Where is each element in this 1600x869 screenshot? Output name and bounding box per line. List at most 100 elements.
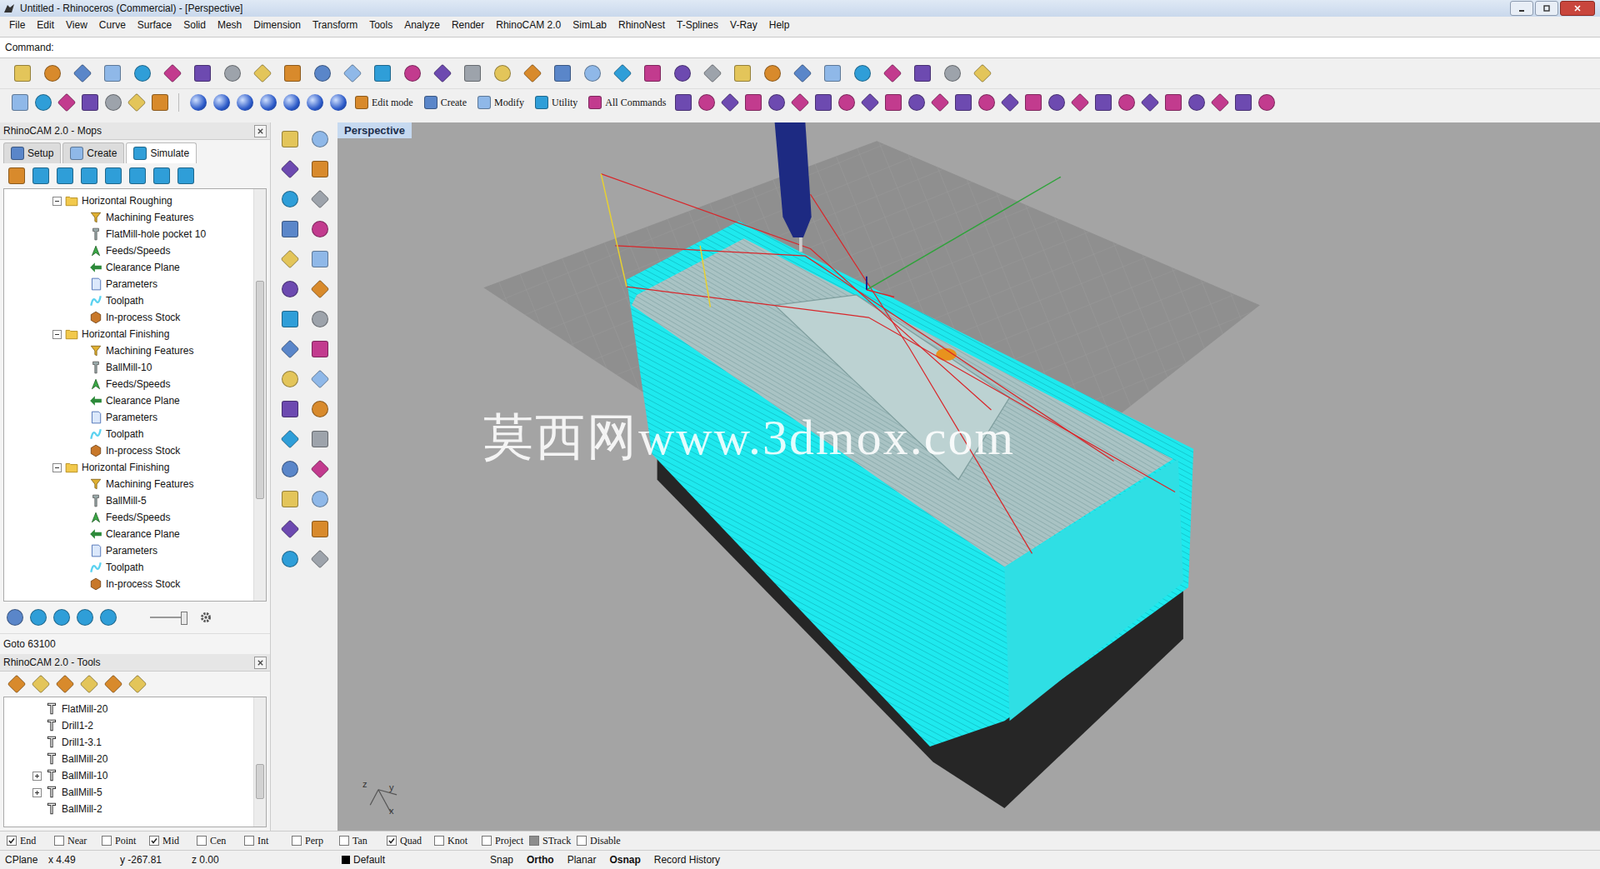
- toolbar-button[interactable]: [835, 90, 858, 115]
- osnap-checkbox[interactable]: [386, 835, 397, 846]
- operation-item[interactable]: FlatMill-hole pocket 10: [4, 225, 254, 243]
- expander-icon[interactable]: [52, 463, 62, 473]
- simulate-button[interactable]: [77, 164, 100, 188]
- toolbar-button[interactable]: [728, 60, 757, 87]
- toolbar-button[interactable]: [305, 335, 335, 363]
- toolbar-button[interactable]: [305, 215, 335, 243]
- toolbar-button[interactable]: [305, 245, 335, 273]
- perspective-viewport[interactable]: Perspective莫西网www.3dmox.comzyx: [337, 122, 1600, 831]
- toolbar-button[interactable]: [275, 155, 305, 183]
- osnap-option[interactable]: STrack: [529, 835, 577, 848]
- toolbar-button[interactable]: [548, 60, 577, 87]
- toolbar-button[interactable]: [338, 60, 367, 87]
- operation-item[interactable]: In-process Stock: [4, 575, 254, 593]
- simulate-button[interactable]: [5, 164, 28, 188]
- toolbar-button[interactable]: [68, 60, 97, 87]
- layer-selector[interactable]: Default: [341, 854, 484, 866]
- osnap-option[interactable]: Near: [54, 835, 102, 848]
- osnap-checkbox[interactable]: [101, 835, 112, 846]
- menu-item[interactable]: SimLab: [566, 19, 613, 31]
- operation-item[interactable]: Toolpath: [4, 292, 254, 310]
- toolbar-button[interactable]: [256, 90, 280, 115]
- tools-button[interactable]: [101, 672, 125, 696]
- toolbar-button[interactable]: [305, 425, 335, 453]
- simulate-button[interactable]: [53, 164, 76, 188]
- operation-item[interactable]: Machining Features: [4, 475, 254, 493]
- osnap-option[interactable]: Quad: [386, 835, 435, 848]
- tools-button[interactable]: [125, 672, 149, 696]
- toolbar-button[interactable]: [398, 60, 427, 87]
- toolbar-button[interactable]: [928, 90, 951, 115]
- panel-close-button[interactable]: [254, 125, 267, 138]
- menu-item[interactable]: Surface: [131, 19, 178, 31]
- toolbar-button[interactable]: [305, 365, 335, 393]
- toolbar-button[interactable]: [975, 90, 998, 115]
- menu-item[interactable]: File: [3, 19, 31, 31]
- toolbar-button[interactable]: [275, 395, 305, 423]
- toolbar-button[interactable]: [275, 185, 305, 213]
- status-toggle[interactable]: Ortho: [520, 854, 561, 866]
- operation-item[interactable]: BallMill-10: [4, 359, 254, 376]
- tool-item[interactable]: Drill1-3.1: [4, 734, 254, 751]
- operation-item[interactable]: Toolpath: [4, 425, 254, 443]
- toolbar-button[interactable]: [305, 395, 335, 423]
- toolbar-button[interactable]: [125, 90, 148, 115]
- toolbar-button[interactable]: [55, 90, 78, 115]
- toolbar-button[interactable]: [218, 60, 247, 87]
- toolbar-button[interactable]: [303, 90, 326, 115]
- toolbar-button[interactable]: [1021, 90, 1045, 115]
- toolbar-button[interactable]: [275, 125, 305, 153]
- toolbar-button[interactable]: [1255, 90, 1278, 115]
- toolbar-button[interactable]: [280, 90, 303, 115]
- toolbar-button[interactable]: [788, 90, 811, 115]
- tools-scrollbar[interactable]: [253, 697, 266, 827]
- operation-item[interactable]: Clearance Plane: [4, 392, 254, 410]
- menu-item[interactable]: Edit: [30, 19, 60, 31]
- panel-close-button[interactable]: [254, 656, 267, 670]
- command-input[interactable]: [57, 39, 1595, 56]
- status-toggle[interactable]: Osnap: [602, 854, 647, 866]
- maximize-button[interactable]: [1535, 0, 1559, 16]
- operation-item[interactable]: Toolpath: [4, 559, 254, 576]
- toolbar-button[interactable]: [1045, 90, 1068, 115]
- toolbar-button[interactable]: [148, 90, 171, 115]
- toolbar-button[interactable]: [878, 60, 907, 87]
- status-toggle[interactable]: Record History: [647, 854, 727, 866]
- expander-icon[interactable]: [32, 771, 42, 781]
- toolbar-button[interactable]: [305, 305, 335, 333]
- simulate-button[interactable]: [29, 164, 52, 188]
- toolbar-button[interactable]: [275, 365, 305, 393]
- toolbar-button[interactable]: [308, 60, 337, 87]
- toolbar-button[interactable]: [695, 90, 718, 115]
- osnap-checkbox[interactable]: [6, 835, 17, 846]
- toolbar-button[interactable]: [186, 90, 210, 115]
- tool-item[interactable]: FlatMill-20: [4, 700, 254, 718]
- toolbar-button[interactable]: [275, 455, 305, 483]
- toolbar-button[interactable]: [608, 60, 637, 87]
- toolbar-button[interactable]: [905, 90, 928, 115]
- toolbar-button[interactable]: [305, 275, 335, 303]
- toolbar-button[interactable]: [275, 515, 305, 543]
- operation-item[interactable]: Machining Features: [4, 209, 254, 226]
- toolbar-button[interactable]: [938, 60, 967, 87]
- toolbar-button[interactable]: [248, 60, 277, 87]
- menu-item[interactable]: V-Ray: [724, 19, 764, 31]
- toolbar-button[interactable]: [101, 90, 125, 115]
- toolbar-button[interactable]: [908, 60, 937, 87]
- osnap-checkbox[interactable]: [481, 835, 492, 846]
- toolbar-button[interactable]: [1185, 90, 1208, 115]
- toolbar-button[interactable]: [458, 60, 487, 87]
- osnap-checkbox[interactable]: [244, 835, 255, 846]
- menu-item[interactable]: Render: [445, 19, 490, 31]
- toolbar-button[interactable]: [275, 215, 305, 243]
- operation-item[interactable]: Parameters: [4, 542, 254, 560]
- toolbar-button[interactable]: [275, 485, 305, 513]
- operation-item[interactable]: Machining Features: [4, 342, 254, 360]
- operation-group[interactable]: Horizontal Finishing: [4, 325, 254, 343]
- display-button[interactable]: [73, 605, 96, 630]
- mops-tab[interactable]: Setup: [3, 142, 61, 164]
- osnap-option[interactable]: Point: [101, 835, 150, 848]
- osnap-option[interactable]: Disable: [576, 835, 625, 848]
- toolbar-button[interactable]: [1115, 90, 1138, 115]
- toolbar-button[interactable]: [275, 245, 305, 273]
